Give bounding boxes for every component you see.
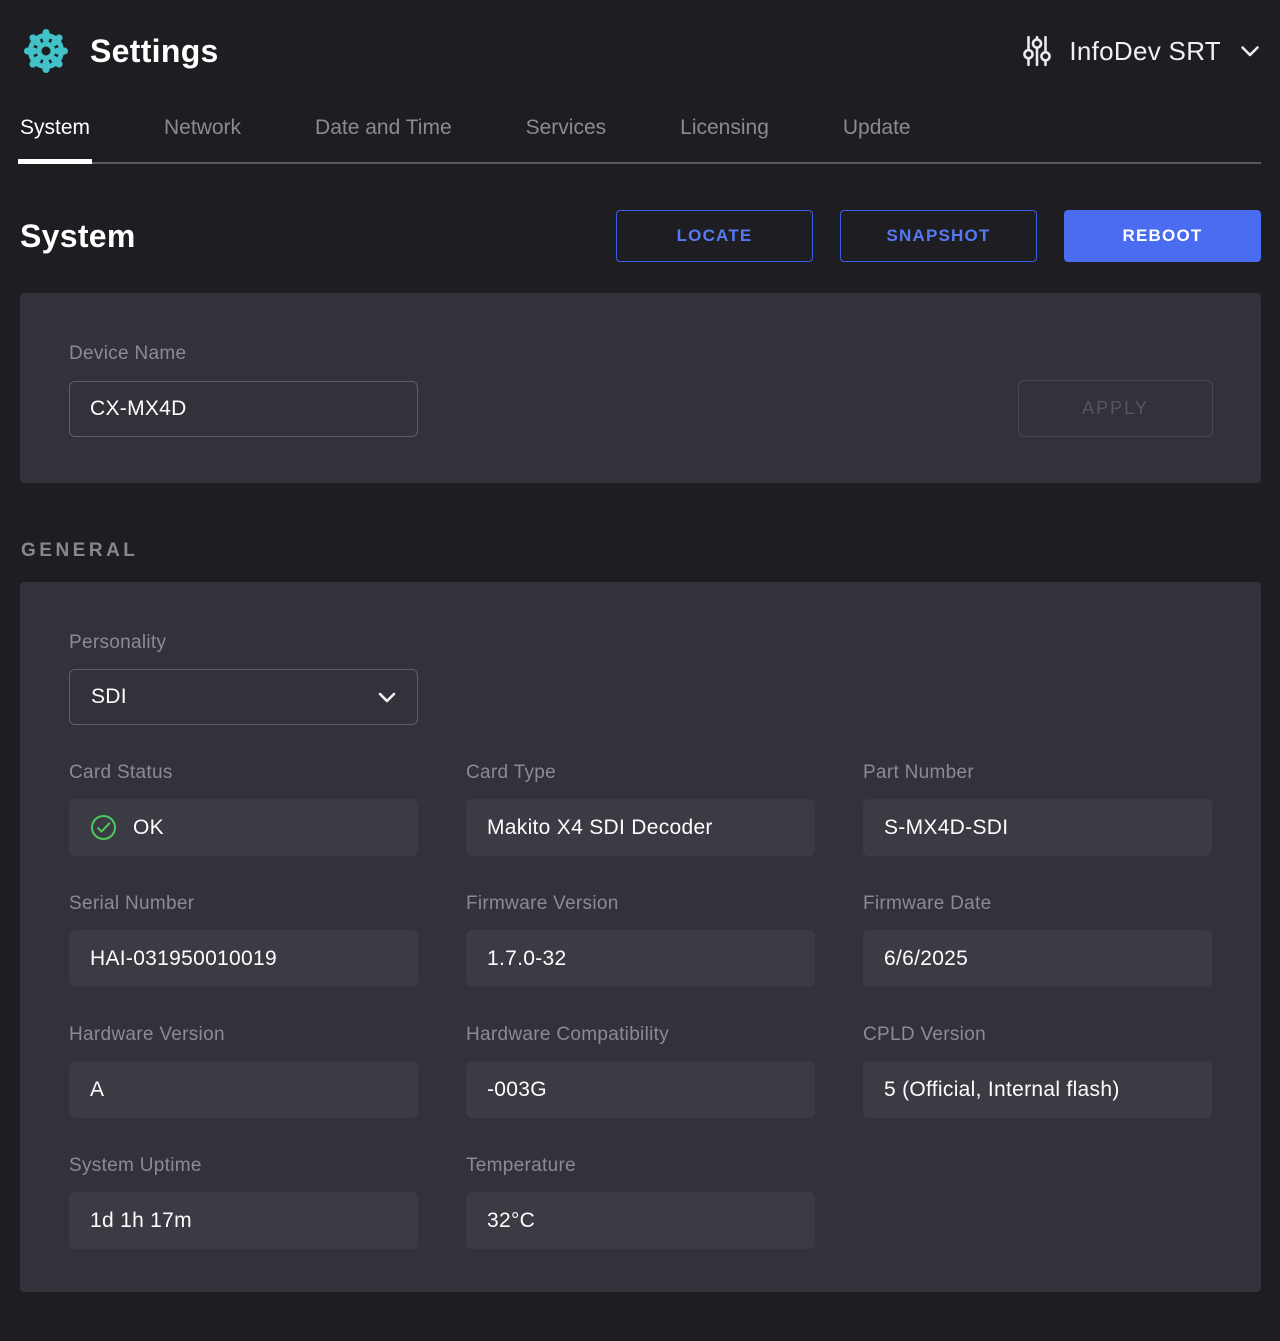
tab-services[interactable]: Services: [526, 116, 607, 162]
device-name-input[interactable]: [69, 380, 418, 437]
general-section-label: GENERAL: [21, 540, 139, 561]
field-value: OK: [133, 815, 164, 839]
field-value: A: [69, 1061, 418, 1118]
page-actions: LOCATE SNAPSHOT REBOOT: [616, 210, 1261, 262]
chevron-down-icon: [378, 692, 396, 703]
field-hardware-compatibility: Hardware Compatibility -003G: [466, 1024, 815, 1118]
preset-selector[interactable]: InfoDev SRT: [1020, 34, 1260, 68]
field-firmware-date: Firmware Date 6/6/2025: [863, 893, 1212, 987]
page-head: System LOCATE SNAPSHOT REBOOT: [20, 210, 1261, 262]
device-name-label: Device Name: [69, 343, 187, 364]
field-value: 5 (Official, Internal flash): [863, 1061, 1212, 1118]
field-value: -003G: [466, 1061, 815, 1118]
preset-label: InfoDev SRT: [1069, 35, 1221, 66]
chevron-down-icon: [1240, 45, 1260, 58]
general-fields-grid: Card Status OK Card Type Makito X4 SDI D…: [69, 762, 1213, 1249]
field-cpld-version: CPLD Version 5 (Official, Internal flash…: [863, 1024, 1212, 1118]
personality-select[interactable]: SDI: [69, 669, 418, 725]
field-firmware-version: Firmware Version 1.7.0-32: [466, 893, 815, 987]
snapshot-button[interactable]: SNAPSHOT: [840, 210, 1037, 262]
field-value: 1.7.0-32: [466, 930, 815, 987]
tab-update[interactable]: Update: [843, 116, 911, 162]
device-name-card: Device Name APPLY: [20, 293, 1261, 483]
locate-button[interactable]: LOCATE: [616, 210, 813, 262]
apply-button[interactable]: APPLY: [1018, 380, 1213, 437]
field-value: S-MX4D-SDI: [863, 799, 1212, 856]
settings-gear-icon: [22, 27, 70, 75]
personality-label: Personality: [69, 632, 167, 653]
field-value: 32°C: [466, 1192, 815, 1249]
field-part-number: Part Number S-MX4D-SDI: [863, 762, 1212, 856]
sliders-icon: [1020, 34, 1054, 68]
tab-date-and-time[interactable]: Date and Time: [315, 116, 452, 162]
tab-licensing[interactable]: Licensing: [680, 116, 769, 162]
field-serial-number: Serial Number HAI-031950010019: [69, 893, 418, 987]
personality-value: SDI: [91, 685, 127, 708]
field-value: 6/6/2025: [863, 930, 1212, 987]
field-system-uptime: System Uptime 1d 1h 17m: [69, 1155, 418, 1249]
field-value: HAI-031950010019: [69, 930, 418, 987]
field-card-type: Card Type Makito X4 SDI Decoder: [466, 762, 815, 856]
app-header: Settings InfoDev SRT: [0, 0, 1280, 76]
check-circle-icon: [90, 814, 117, 841]
tab-system[interactable]: System: [17, 116, 93, 164]
field-card-status: Card Status OK: [69, 762, 418, 856]
field-value: 1d 1h 17m: [69, 1192, 418, 1249]
field-value: Makito X4 SDI Decoder: [466, 799, 815, 856]
tab-network[interactable]: Network: [164, 116, 241, 162]
page-title: System: [20, 217, 136, 254]
settings-tab-bar: System Network Date and Time Services Li…: [17, 116, 1261, 164]
app-title: Settings: [90, 32, 219, 69]
field-hardware-version: Hardware Version A: [69, 1024, 418, 1118]
reboot-button[interactable]: REBOOT: [1064, 210, 1261, 262]
general-card: Personality SDI Card Status OK Card Type…: [20, 582, 1261, 1292]
field-temperature: Temperature 32°C: [466, 1155, 815, 1249]
